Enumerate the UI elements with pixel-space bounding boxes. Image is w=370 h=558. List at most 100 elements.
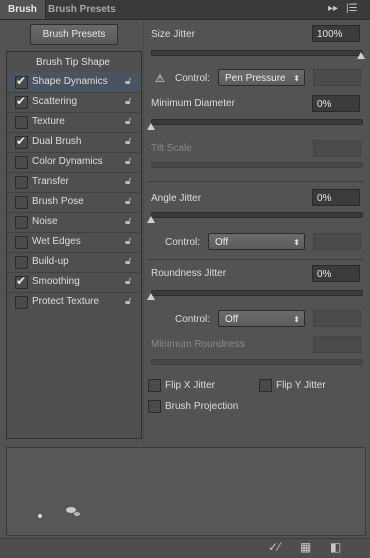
- min-diameter-field[interactable]: 0%: [312, 95, 360, 112]
- list-item-noise[interactable]: Noise 🔓︎: [7, 212, 140, 232]
- list-item-scattering[interactable]: ✔ Scattering 🔓︎: [7, 92, 140, 112]
- list-item-protect-texture[interactable]: Protect Texture 🔓︎: [7, 292, 140, 312]
- control-label: Control:: [175, 73, 211, 84]
- list-item-label: Wet Edges: [32, 236, 81, 247]
- brush-projection-label: Brush Projection: [165, 401, 239, 412]
- lock-icon[interactable]: 🔓︎: [125, 96, 131, 108]
- toggle-live-tip-icon[interactable]: ✓⁄: [268, 540, 280, 554]
- roundness-jitter-slider[interactable]: [151, 290, 363, 296]
- angle-jitter-thumb[interactable]: [147, 216, 155, 223]
- checkbox[interactable]: [15, 236, 28, 249]
- control-label: Control:: [175, 314, 211, 325]
- angle-jitter-field[interactable]: 0%: [312, 189, 360, 206]
- list-item-transfer[interactable]: Transfer 🔓︎: [7, 172, 140, 192]
- roundness-jitter-label: Roundness Jitter: [151, 268, 227, 279]
- control-select-angle[interactable]: Off ⬍: [208, 233, 305, 250]
- list-item-build-up[interactable]: Build-up 🔓︎: [7, 252, 140, 272]
- grid-icon[interactable]: ▦: [300, 540, 311, 554]
- list-item-label: Brush Pose: [32, 196, 84, 207]
- checkbox[interactable]: [15, 176, 28, 189]
- brush-presets-button[interactable]: Brush Presets: [30, 24, 118, 45]
- lock-icon[interactable]: 🔓︎: [125, 296, 131, 308]
- size-jitter-label: Size Jitter: [151, 29, 195, 40]
- control-label: Control:: [165, 237, 201, 248]
- size-jitter-field[interactable]: 100%: [312, 25, 360, 42]
- collapse-panel-icon[interactable]: ▸▸: [328, 3, 338, 15]
- lock-icon[interactable]: 🔓︎: [125, 276, 131, 288]
- list-item-label: Scattering: [32, 96, 78, 107]
- lock-icon[interactable]: 🔓︎: [125, 156, 131, 168]
- min-roundness-label: Minimum Roundness: [151, 339, 245, 350]
- section-separator: [147, 259, 364, 260]
- check-icon: ✔: [16, 74, 27, 88]
- roundness-jitter-thumb[interactable]: [147, 293, 155, 300]
- control-extra-field: [313, 233, 361, 250]
- checkbox[interactable]: [15, 216, 28, 229]
- list-item-wet-edges[interactable]: Wet Edges 🔓︎: [7, 232, 140, 252]
- list-item-label: Transfer: [32, 176, 69, 187]
- list-item-label: Shape Dynamics: [32, 76, 108, 87]
- brush-projection-checkbox[interactable]: [148, 400, 161, 413]
- bottom-bar: [0, 538, 370, 558]
- list-item-label: Build-up: [32, 256, 69, 267]
- checkbox[interactable]: [15, 256, 28, 269]
- tilt-scale-slider: [151, 162, 363, 168]
- lock-icon[interactable]: 🔓︎: [125, 196, 131, 208]
- lock-icon[interactable]: 🔓︎: [125, 76, 131, 88]
- control-extra-field: [313, 310, 361, 327]
- flip-y-label: Flip Y Jitter: [276, 380, 326, 391]
- list-item-shape-dynamics[interactable]: ✔ Shape Dynamics 🔓︎: [7, 72, 140, 92]
- flip-x-checkbox[interactable]: [148, 379, 161, 392]
- list-item-label: Protect Texture: [32, 296, 100, 307]
- lock-icon[interactable]: 🔓︎: [125, 136, 131, 148]
- checkbox[interactable]: ✔: [15, 274, 28, 289]
- size-jitter-thumb[interactable]: [357, 52, 365, 59]
- flip-y-checkbox[interactable]: [259, 379, 272, 392]
- list-item-brush-pose[interactable]: Brush Pose 🔓︎: [7, 192, 140, 212]
- list-item-color-dynamics[interactable]: Color Dynamics 🔓︎: [7, 152, 140, 172]
- checkbox[interactable]: ✔: [15, 134, 28, 149]
- tilt-scale-field: [313, 140, 361, 157]
- checkbox[interactable]: [15, 156, 28, 169]
- checkbox[interactable]: [15, 196, 28, 209]
- list-item-smoothing[interactable]: ✔ Smoothing 🔓︎: [7, 272, 140, 292]
- lock-icon[interactable]: 🔓︎: [125, 236, 131, 248]
- angle-jitter-slider[interactable]: [151, 212, 363, 218]
- checkbox[interactable]: [15, 116, 28, 129]
- select-arrows-icon: ⬍: [293, 74, 300, 83]
- roundness-jitter-field[interactable]: 0%: [312, 265, 360, 282]
- tab-brush-presets[interactable]: Brush Presets: [40, 0, 124, 19]
- list-item-label: Texture: [32, 116, 65, 127]
- list-item-texture[interactable]: Texture 🔓︎: [7, 112, 140, 132]
- min-roundness-field: [313, 336, 361, 353]
- control-select-size[interactable]: Pen Pressure ⬍: [218, 69, 305, 86]
- lock-icon[interactable]: 🔓︎: [125, 256, 131, 268]
- min-diameter-slider[interactable]: [151, 119, 363, 125]
- control-select-roundness[interactable]: Off ⬍: [218, 310, 305, 327]
- warning-icon: ⚠: [155, 73, 165, 85]
- lock-icon[interactable]: 🔓︎: [125, 176, 131, 188]
- section-separator: [147, 181, 364, 182]
- brush-stroke-preview: [6, 447, 366, 536]
- check-icon: ✔: [16, 134, 27, 148]
- checkbox[interactable]: ✔: [15, 74, 28, 89]
- min-diameter-thumb[interactable]: [147, 123, 155, 130]
- min-roundness-slider: [151, 359, 363, 365]
- panel-menu-icon[interactable]: |☰: [346, 3, 358, 15]
- select-value: Off: [215, 237, 229, 248]
- lock-icon[interactable]: 🔓︎: [125, 116, 131, 128]
- brush-tip-shape-item[interactable]: Brush Tip Shape: [8, 57, 138, 68]
- checkbox[interactable]: ✔: [15, 94, 28, 109]
- list-item-label: Dual Brush: [32, 136, 82, 147]
- lock-icon[interactable]: 🔓︎: [125, 216, 131, 228]
- brush-stroke-mark: [38, 514, 42, 518]
- size-jitter-slider[interactable]: [151, 50, 363, 56]
- list-item-label: Noise: [32, 216, 58, 227]
- checkbox[interactable]: [15, 296, 28, 309]
- list-item-dual-brush[interactable]: ✔ Dual Brush 🔓︎: [7, 132, 140, 152]
- brush-stroke-mark: [74, 512, 80, 516]
- tilt-scale-label: Tilt Scale: [151, 143, 192, 154]
- panel-divider: [143, 22, 144, 442]
- list-item-label: Color Dynamics: [32, 156, 103, 167]
- new-brush-icon[interactable]: ◧: [330, 540, 341, 554]
